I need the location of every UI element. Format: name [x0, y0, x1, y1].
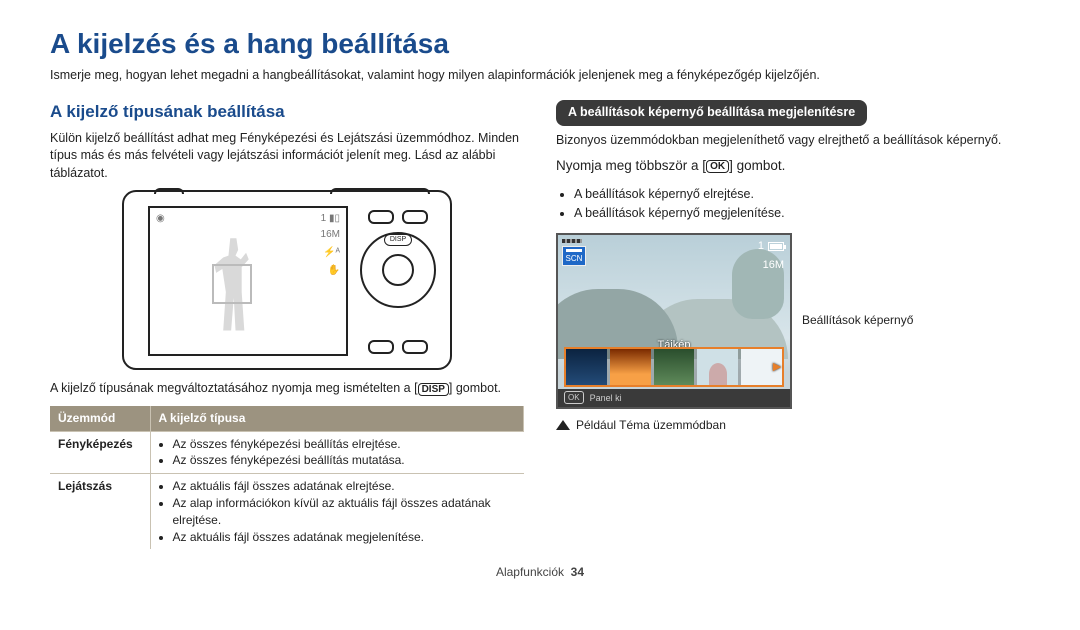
scn-badge: SCN [562, 246, 586, 266]
left-subheader: A kijelző típusának beállítása [50, 100, 524, 124]
footer-page: 34 [571, 565, 584, 579]
list-item: Az összes fényképezési beállítás elrejté… [173, 436, 516, 453]
camera-body: ◉ 1 ▮▯ 16M ⚡ᴬ ✋ [122, 190, 452, 370]
thumbnail-strip: ◄ ► [564, 347, 784, 387]
type-cell: Az összes fényképezési beállítás elrejté… [150, 431, 524, 474]
th-mode: Üzemmód [50, 406, 150, 431]
film-icon [562, 239, 582, 243]
mode-cell: Fényképezés [50, 431, 150, 474]
battery-icon [768, 242, 784, 251]
small-button-4 [402, 340, 428, 354]
preview-side-caption: Beállítások képernyő [802, 312, 913, 329]
flash-icon: ⚡ᴬ [323, 246, 340, 260]
res-icon: 16M [321, 228, 340, 242]
screen-right-icons: 16M ⚡ᴬ ✋ [321, 228, 340, 278]
ok-bullets: A beállítások képernyő elrejtése. A beál… [556, 186, 1030, 223]
camera-controls: DISP [360, 218, 436, 348]
screen-top-right: 1 ▮▯ [321, 212, 340, 226]
focus-frame [212, 264, 252, 304]
thumb-night [566, 349, 607, 385]
list-item: Az aktuális fájl összes adatának megjele… [173, 529, 516, 546]
pv-counter: 1 [758, 239, 764, 254]
preview-top-left: SCN [562, 239, 586, 266]
disp-instruction: A kijelző típusának megváltoztatásához n… [50, 380, 524, 398]
small-button-1 [368, 210, 394, 224]
settings-pill: A beállítások képernyő beállítása megjel… [556, 100, 867, 126]
page-footer: Alapfunkciók 34 [50, 565, 1030, 579]
mode-cell: Lejátszás [50, 474, 150, 550]
two-columns: A kijelző típusának beállítása Külön kij… [50, 100, 1030, 549]
ok-instruction: Nyomja meg többször a [OK] gombot. [556, 157, 1030, 176]
footer-section: Alapfunkciók [496, 565, 564, 579]
camera-screen: ◉ 1 ▮▯ 16M ⚡ᴬ ✋ [148, 206, 348, 356]
list-item: A beállítások képernyő elrejtése. [574, 186, 1030, 204]
thumb-portrait [697, 349, 738, 385]
right-column: A beállítások képernyő beállítása megjel… [556, 100, 1030, 549]
camera-top-ridge-small [154, 188, 184, 194]
camera-top-ridge [330, 188, 430, 194]
table-row: Fényképezés Az összes fényképezési beáll… [50, 431, 524, 474]
intro-text: Ismerje meg, hogyan lehet megadni a hang… [50, 68, 1030, 82]
counter-value: 1 [321, 213, 327, 224]
example-text: Például Téma üzemmódban [576, 417, 726, 434]
pv-res: 16M [763, 258, 784, 273]
triangle-up-icon [556, 420, 570, 430]
battery-icon: ▮▯ [329, 213, 340, 224]
scn-label: SCN [566, 253, 583, 264]
ok-chip: OK [706, 160, 729, 173]
disp-chip: DISP [418, 383, 449, 396]
type-cell: Az aktuális fájl összes adatának elrejté… [150, 474, 524, 550]
small-button-2 [402, 210, 428, 224]
page: A kijelzés és a hang beállítása Ismerje … [0, 0, 1080, 589]
list-item: Az aktuális fájl összes adatának elrejté… [173, 478, 516, 495]
small-button-3 [368, 340, 394, 354]
mini-ok-chip: OK [564, 391, 584, 404]
table-row: Lejátszás Az aktuális fájl összes adatán… [50, 474, 524, 550]
disp-instr-pre: A kijelző típusának megváltoztatásához n… [50, 381, 418, 395]
right-para1: Bizonyos üzemmódokban megjeleníthető vag… [556, 132, 1030, 150]
ok-instr-post: ] gombot. [729, 158, 785, 173]
disp-button-label: DISP [390, 235, 406, 245]
screen-preview: SCN 1 16M Tájkép ◄ ► [556, 233, 792, 409]
thumb-landscape [654, 349, 695, 385]
preview-row: SCN 1 16M Tájkép ◄ ► [556, 233, 1030, 409]
steady-icon: ✋ [328, 264, 340, 278]
th-type: A kijelző típusa [150, 406, 524, 431]
left-para1: Külön kijelző beállítást adhat meg Fényk… [50, 130, 524, 183]
modes-table: Üzemmód A kijelző típusa Fényképezés Az … [50, 406, 524, 550]
camera-mode-icon: ◉ [156, 212, 165, 226]
preview-top-right: 1 16M [758, 239, 784, 274]
screen-top-icons: ◉ 1 ▮▯ [156, 212, 340, 226]
disp-button: DISP [384, 234, 412, 246]
camera-illustration: ◉ 1 ▮▯ 16M ⚡ᴬ ✋ [50, 190, 524, 370]
disp-instr-post: ] gombot. [449, 381, 501, 395]
panel-text: Panel ki [590, 392, 622, 405]
page-title: A kijelzés és a hang beállítása [50, 28, 1030, 60]
list-item: Az összes fényképezési beállítás mutatás… [173, 452, 516, 469]
thumb-sunset [610, 349, 651, 385]
list-item: Az alap információkon kívül az aktuális … [173, 495, 516, 529]
preview-bottom-bar: OK Panel ki [558, 389, 790, 407]
list-item: A beállítások képernyő megjelenítése. [574, 205, 1030, 223]
example-caption: Például Téma üzemmódban [556, 417, 1030, 434]
left-column: A kijelző típusának beállítása Külön kij… [50, 100, 524, 549]
chevron-right-icon: ► [770, 357, 784, 377]
ok-instr-pre: Nyomja meg többször a [ [556, 158, 706, 173]
